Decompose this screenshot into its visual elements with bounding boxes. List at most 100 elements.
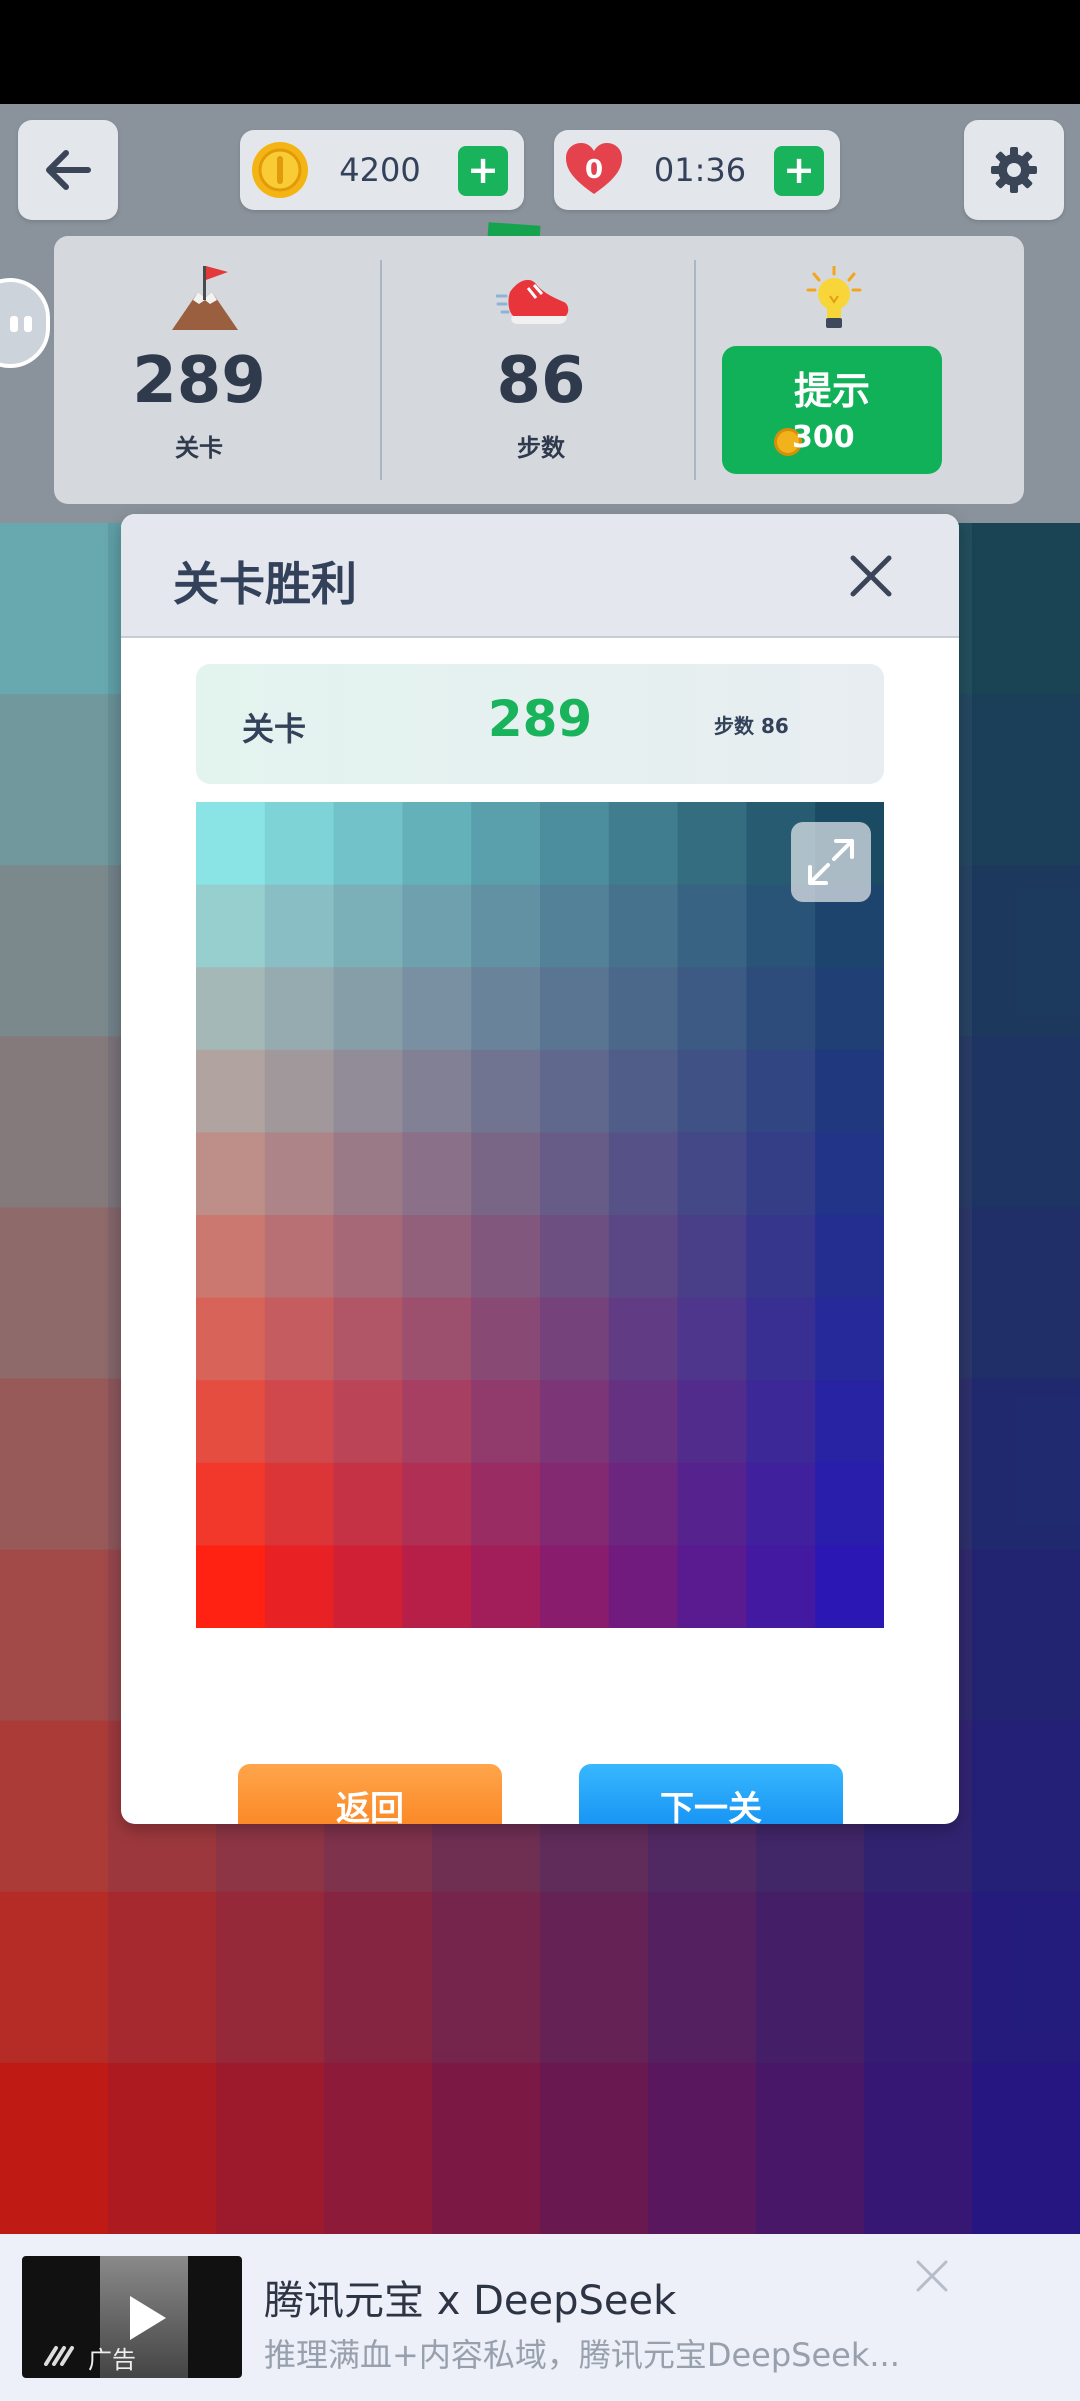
color-tile — [677, 802, 747, 886]
background-color-tile — [540, 2062, 649, 2234]
color-tile — [815, 1215, 884, 1299]
color-tile — [264, 1049, 335, 1133]
steps-count: 步数 86 — [714, 714, 789, 738]
ad-title: 腾讯元宝 x DeepSeek — [264, 2278, 677, 2324]
ad-banner[interactable]: 广告 腾讯元宝 x DeepSeek 推理满血+内容私域，腾讯元宝DeepSee… — [0, 2234, 1080, 2401]
background-color-tile — [972, 865, 1080, 1037]
background-color-tile — [324, 2062, 433, 2234]
color-tile — [333, 1545, 403, 1628]
ad-logo-icon — [44, 2346, 74, 2366]
color-tile — [333, 1132, 403, 1216]
steps-stat: 86 步数 — [396, 236, 686, 504]
color-tile — [264, 1132, 335, 1216]
color-tile — [677, 1297, 747, 1381]
side-chat-bubble[interactable] — [0, 278, 50, 368]
color-tile — [333, 884, 403, 968]
lives-timer: 0 01:36 + — [554, 130, 840, 210]
color-tile — [402, 1049, 472, 1133]
color-tile — [815, 1297, 884, 1381]
gear-icon — [991, 147, 1037, 193]
background-color-tile — [972, 1378, 1080, 1551]
color-tile — [264, 884, 335, 968]
color-tile — [608, 1297, 679, 1381]
color-tile — [264, 967, 335, 1051]
color-tile — [815, 967, 884, 1051]
color-tile — [471, 1380, 541, 1464]
divider — [380, 260, 382, 480]
color-tile — [333, 1462, 403, 1546]
color-tile — [540, 1462, 610, 1546]
lives-count: 0 — [585, 155, 603, 185]
background-color-tile — [216, 1891, 325, 2064]
color-tile — [608, 1545, 679, 1628]
color-tile — [540, 1297, 610, 1381]
color-tile — [333, 1297, 403, 1381]
color-tile — [815, 1462, 884, 1546]
add-coins-button[interactable]: + — [458, 146, 508, 196]
color-tile — [608, 1049, 679, 1133]
color-tile — [402, 967, 472, 1051]
color-tile — [608, 967, 679, 1051]
back-button[interactable] — [18, 120, 118, 220]
close-icon[interactable] — [910, 2254, 954, 2298]
lives-timer-value: 01:36 — [653, 151, 747, 189]
level-value: 289 — [132, 344, 266, 418]
color-tile — [402, 1380, 472, 1464]
hint-button[interactable]: 提示 300 — [722, 346, 942, 474]
background-color-tile — [432, 2062, 541, 2234]
close-icon[interactable] — [843, 548, 899, 604]
color-tile — [677, 1380, 747, 1464]
background-color-tile — [108, 2062, 217, 2234]
add-lives-button[interactable]: + — [774, 146, 824, 196]
coin-amount: 4200 — [339, 151, 421, 189]
background-color-tile — [648, 1891, 757, 2064]
color-tile — [264, 1380, 335, 1464]
color-tile — [746, 967, 816, 1051]
color-tile — [540, 884, 610, 968]
steps-value: 86 — [496, 344, 586, 418]
color-tile — [677, 1049, 747, 1133]
status-bar — [0, 0, 1080, 104]
settings-button[interactable] — [964, 120, 1064, 220]
ad-description: 推理满血+内容私域，腾讯元宝DeepSeek... — [264, 2336, 900, 2374]
color-tile — [746, 1049, 816, 1133]
expand-button[interactable] — [791, 822, 871, 902]
color-tile — [677, 1215, 747, 1299]
color-tile — [608, 1132, 679, 1216]
coin-counter: 4200 + — [240, 130, 524, 210]
divider — [694, 260, 696, 480]
background-color-tile — [540, 1891, 649, 2064]
color-tile — [402, 1297, 472, 1381]
color-tile — [333, 802, 403, 886]
next-level-button[interactable]: 下一关 — [579, 1764, 843, 1824]
color-tile — [471, 802, 541, 886]
color-tile — [333, 1215, 403, 1299]
arrow-left-icon — [46, 150, 91, 190]
background-color-tile — [756, 1891, 865, 2064]
dialog-title: 关卡胜利 — [173, 557, 357, 611]
background-color-tile — [0, 1378, 109, 1551]
lightbulb-icon — [806, 266, 862, 328]
background-color-tile — [0, 1549, 109, 1722]
color-tile — [677, 1545, 747, 1628]
color-tile — [540, 1380, 610, 1464]
return-button[interactable]: 返回 — [238, 1764, 502, 1824]
hint-label: 提示 — [793, 369, 870, 413]
color-tile — [471, 1462, 541, 1546]
background-color-tile — [0, 1036, 109, 1208]
background-color-tile — [108, 1891, 217, 2064]
color-tile — [540, 967, 610, 1051]
color-tile — [608, 1380, 679, 1464]
stats-panel: 289 关卡 86 步数 提示 300 — [54, 236, 1024, 504]
game-area: 4200 + 0 01:36 + 289 关卡 86 步数 提示 300 关卡胜… — [0, 104, 1080, 2234]
play-icon — [130, 2296, 166, 2340]
solved-color-grid — [196, 802, 884, 1628]
ad-video-thumbnail[interactable]: 广告 — [22, 2256, 242, 2378]
heart-icon: 0 — [566, 143, 622, 194]
background-color-tile — [0, 694, 109, 866]
coin-icon — [252, 142, 308, 198]
expand-icon — [808, 839, 854, 885]
color-tile — [608, 802, 679, 886]
level-summary-card: 关卡 289 步数 86 — [196, 664, 884, 784]
color-tile — [196, 1462, 266, 1546]
